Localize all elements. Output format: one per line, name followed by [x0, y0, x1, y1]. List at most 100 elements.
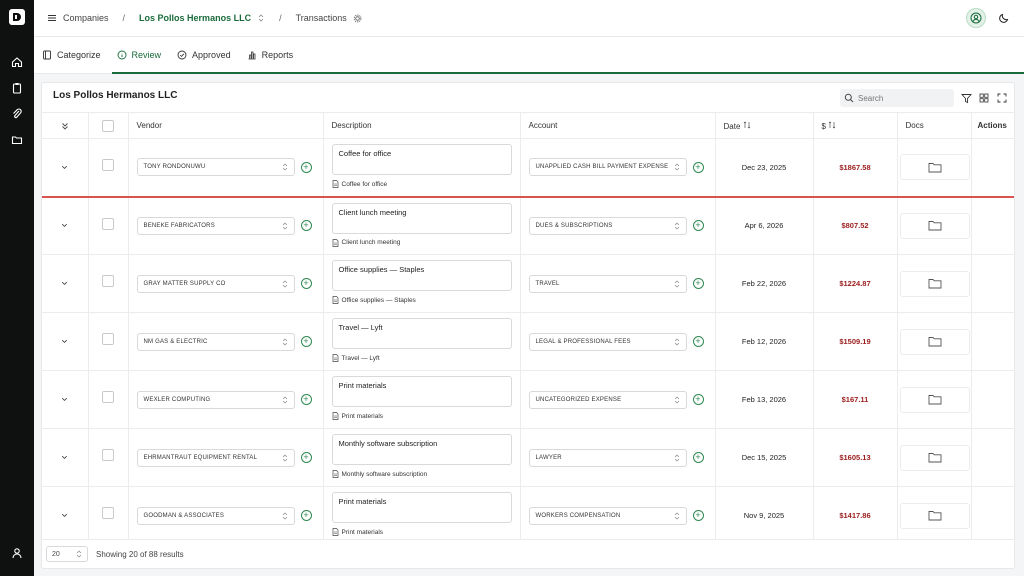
add-account-button[interactable]: + [692, 220, 704, 232]
attach-document-button[interactable] [899, 154, 970, 181]
grid-view-button[interactable] [977, 91, 991, 105]
attach-document-button[interactable] [899, 270, 970, 297]
attach-document-button[interactable] [899, 328, 970, 355]
description-input[interactable]: Monthly software subscription [331, 434, 512, 465]
description-input[interactable]: Client lunch meeting [331, 202, 512, 234]
row-checkbox[interactable] [102, 217, 114, 230]
description-input[interactable]: Print materials [331, 492, 512, 523]
expand-cell[interactable] [42, 428, 89, 487]
account-cell: LEGAL & PROFESSIONAL FEES + [520, 312, 716, 371]
theme-toggle-button[interactable] [994, 8, 1014, 28]
expand-cell[interactable] [42, 486, 89, 545]
check-circle-icon [177, 50, 187, 60]
select-all-checkbox[interactable] [102, 119, 114, 132]
select-cell [88, 196, 129, 255]
gear-icon[interactable] [353, 14, 362, 23]
add-vendor-button[interactable]: + [300, 394, 312, 405]
profile-button[interactable] [966, 8, 986, 28]
vendor-select[interactable]: EHRMANTRAUT EQUIPMENT RENTAL [136, 448, 295, 467]
tab-review[interactable]: Review [115, 37, 173, 73]
tab-reports[interactable]: Reports [245, 37, 305, 73]
description-cell: Travel — Lyft Travel — Lyft [323, 312, 521, 371]
row-checkbox[interactable] [102, 449, 114, 461]
account-select[interactable]: WORKERS COMPENSATION [528, 506, 687, 525]
account-select[interactable]: LEGAL & PROFESSIONAL FEES [528, 332, 687, 351]
add-account-button[interactable]: + [692, 452, 704, 463]
breadcrumb-companies[interactable]: Companies [63, 13, 109, 23]
row-checkbox[interactable] [102, 507, 114, 519]
expand-cell[interactable] [42, 138, 89, 198]
description-memo: Office supplies — Staples [332, 296, 520, 304]
breadcrumb-company[interactable]: Los Pollos Hermanos LLC [139, 13, 251, 23]
expand-cell[interactable] [42, 196, 89, 255]
add-vendor-button[interactable]: + [300, 278, 312, 289]
description-input[interactable]: Print materials [331, 376, 512, 407]
page-size-select[interactable]: 20 [46, 546, 88, 562]
attach-document-button[interactable] [899, 502, 970, 529]
rail-attachments[interactable] [0, 101, 34, 127]
add-vendor-button[interactable]: + [300, 220, 312, 232]
rail-clipboard[interactable] [0, 75, 34, 101]
attach-document-button[interactable] [899, 444, 970, 471]
add-vendor-button[interactable]: + [300, 161, 312, 173]
row-checkbox[interactable] [102, 333, 114, 345]
col-amount[interactable]: $ [813, 112, 898, 139]
rail-folder[interactable] [0, 127, 34, 153]
search-box[interactable] [840, 89, 954, 107]
account-select[interactable]: TRAVEL [528, 274, 687, 293]
chevron-updown-icon [76, 550, 82, 558]
attach-document-button[interactable] [899, 212, 970, 239]
account-select[interactable]: LAWYER [528, 448, 687, 467]
add-account-button[interactable]: + [692, 278, 704, 289]
chevron-updown-icon [282, 396, 287, 403]
folder-icon [928, 395, 941, 405]
filter-button[interactable] [959, 91, 973, 105]
expand-cell[interactable] [42, 312, 89, 371]
account-select[interactable]: UNCATEGORIZED EXPENSE [528, 390, 687, 409]
add-vendor-button[interactable]: + [300, 452, 312, 463]
description-memo: Coffee for office [332, 180, 520, 188]
row-checkbox[interactable] [102, 391, 114, 403]
expand-all-header[interactable] [42, 112, 89, 139]
row-checkbox[interactable] [102, 275, 114, 287]
vendor-select[interactable]: GRAY MATTER SUPPLY CO [136, 274, 295, 293]
menu-icon[interactable] [47, 13, 57, 23]
add-account-button[interactable]: + [692, 336, 704, 347]
select-cell [88, 312, 129, 371]
app-logo[interactable] [9, 9, 25, 25]
description-input[interactable]: Coffee for office [331, 144, 512, 175]
rail-user[interactable] [0, 540, 34, 566]
add-vendor-button[interactable]: + [300, 336, 312, 347]
add-account-button[interactable]: + [692, 161, 704, 173]
chevron-updown-icon[interactable] [257, 14, 265, 22]
tab-approved[interactable]: Approved [175, 37, 242, 73]
col-date[interactable]: Date [715, 112, 814, 139]
expand-cell[interactable] [42, 370, 89, 429]
amount-cell: $167.11 [813, 370, 898, 429]
vendor-value: WEXLER COMPUTING [143, 396, 211, 403]
search-input[interactable] [858, 93, 948, 103]
vendor-select[interactable]: NM GAS & ELECTRIC [136, 332, 295, 351]
actions-cell [971, 312, 1014, 371]
description-cell: Monthly software subscription Monthly so… [323, 428, 521, 487]
description-input[interactable]: Travel — Lyft [331, 318, 512, 349]
chevron-down-icon [62, 339, 68, 344]
add-account-button[interactable]: + [692, 394, 704, 405]
fullscreen-button[interactable] [995, 91, 1009, 105]
vendor-select[interactable]: WEXLER COMPUTING [136, 390, 295, 409]
description-input[interactable]: Office supplies — Staples [331, 260, 512, 291]
vendor-value: EHRMANTRAUT EQUIPMENT RENTAL [143, 454, 258, 461]
vendor-select[interactable]: BENEKE FABRICATORS [136, 216, 295, 235]
account-select[interactable]: UNAPPLIED CASH BILL PAYMENT EXPENSE [528, 158, 687, 177]
expand-cell[interactable] [42, 254, 89, 313]
attach-document-button[interactable] [899, 386, 970, 413]
account-select[interactable]: DUES & SUBSCRIPTIONS [528, 216, 687, 235]
add-vendor-button[interactable]: + [300, 510, 312, 521]
row-checkbox[interactable] [102, 159, 114, 171]
rail-home[interactable] [0, 49, 34, 75]
vendor-select[interactable]: TONY RONDONUWU [136, 158, 295, 177]
tab-categorize[interactable]: Categorize [40, 37, 112, 73]
add-account-button[interactable]: + [692, 510, 704, 521]
date-cell: Dec 23, 2025 [715, 138, 814, 198]
vendor-select[interactable]: GOODMAN & ASSOCIATES [136, 506, 295, 525]
